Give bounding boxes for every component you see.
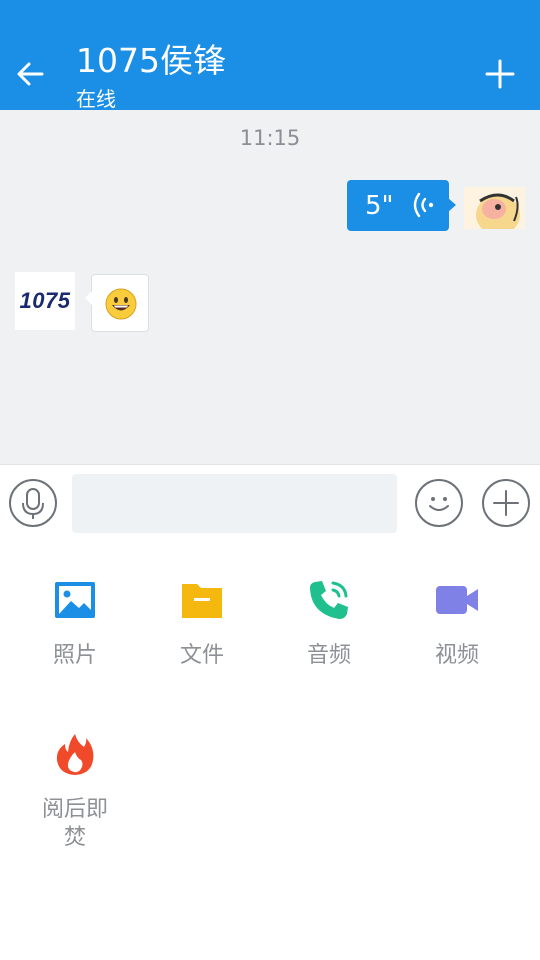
folder-icon xyxy=(182,584,222,618)
voice-wave-icon xyxy=(413,192,434,218)
message-list[interactable]: 11:15 5" 1075 xyxy=(0,110,540,464)
voice-duration: 5" xyxy=(365,191,394,221)
flame-icon xyxy=(56,734,94,775)
chat-header: 1075侯锋 在线 xyxy=(0,0,540,111)
tool-label: 视频 xyxy=(434,643,479,668)
photo-icon xyxy=(55,582,95,618)
avatar-logo-text: 1075 xyxy=(19,288,71,313)
cartoon-face-icon xyxy=(464,187,525,229)
smiley-icon xyxy=(429,497,449,511)
emoji-message-bubble[interactable] xyxy=(85,274,149,332)
plus-icon xyxy=(493,490,519,516)
tool-label: 文件 xyxy=(179,643,224,668)
smiley-emoji-icon xyxy=(105,288,137,320)
tool-label: 阅后即焚 xyxy=(41,797,108,850)
plus-icon[interactable] xyxy=(484,58,516,90)
input-bar xyxy=(0,464,540,540)
back-arrow-icon[interactable] xyxy=(12,56,48,92)
emoji-button[interactable] xyxy=(415,479,463,527)
contact-avatar[interactable]: 1075 xyxy=(15,272,75,330)
phone-call-icon xyxy=(310,581,348,619)
contact-status: 在线 xyxy=(76,87,116,111)
more-options-button[interactable] xyxy=(482,479,530,527)
contact-name: 1075侯锋 xyxy=(76,41,226,80)
my-avatar[interactable] xyxy=(464,187,525,229)
message-timestamp: 11:15 xyxy=(239,126,301,150)
message-input[interactable] xyxy=(72,474,397,533)
tool-label: 照片 xyxy=(52,643,97,668)
microphone-icon xyxy=(22,488,44,519)
voice-input-button[interactable] xyxy=(9,479,57,527)
tool-label: 音频 xyxy=(306,643,351,668)
voice-message-bubble[interactable]: 5" xyxy=(347,180,456,231)
video-camera-icon xyxy=(436,586,478,614)
